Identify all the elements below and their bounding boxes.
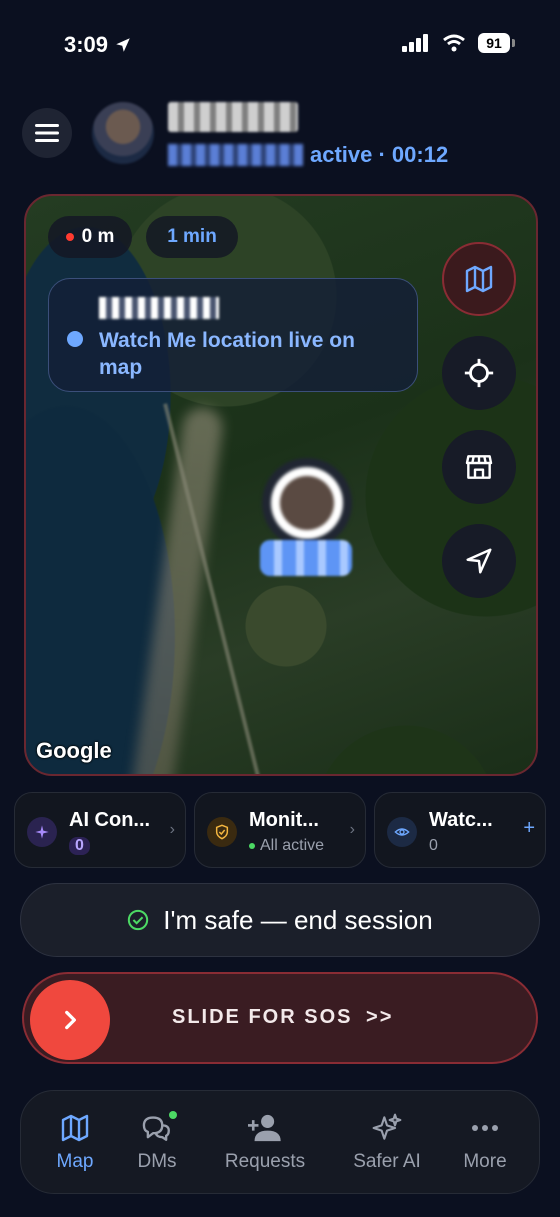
sos-label: SLIDE FOR SOS >> (172, 1006, 393, 1029)
tab-label: Requests (224, 1151, 306, 1172)
user-name-redacted (168, 102, 298, 132)
navigation-arrow-icon (466, 548, 492, 574)
watchers-tile[interactable]: Watc... 0 + (374, 792, 546, 868)
tab-safer-ai[interactable]: Safer AI (339, 1111, 435, 1173)
storefront-icon (465, 455, 493, 479)
eye-icon (387, 817, 417, 847)
tab-requests[interactable]: Requests (215, 1111, 315, 1173)
end-session-button[interactable]: I'm safe — end session (20, 883, 540, 957)
check-circle-icon (128, 909, 149, 931)
ai-contacts-tile[interactable]: AI Con... 0 › (14, 792, 186, 868)
chevron-right-icon: › (169, 821, 175, 838)
hamburger-icon (35, 124, 59, 142)
monitoring-tile[interactable]: Monit... All active › (194, 792, 366, 868)
menu-button[interactable] (22, 108, 72, 158)
tab-dms[interactable]: DMs (109, 1111, 205, 1173)
distance-value: 0 m (81, 226, 115, 247)
status-icons: 91 (402, 33, 515, 53)
tile-subtitle: 0 (69, 837, 90, 855)
chat-bubbles-icon (109, 1111, 205, 1145)
tile-subtitle: All active (249, 837, 324, 855)
sparkle-icon (27, 817, 57, 847)
distance-chip: 0 m (48, 216, 132, 258)
places-button[interactable] (442, 430, 516, 504)
battery-indicator: 91 (478, 33, 515, 53)
unread-dot-icon (169, 1111, 177, 1119)
clock: 3:09 (64, 32, 132, 58)
map-icon (465, 265, 493, 293)
user-pin-label-redacted (260, 540, 352, 576)
location-arrow-icon (116, 38, 130, 52)
map-style-button[interactable] (442, 242, 516, 316)
sos-label-text: SLIDE FOR SOS (172, 1006, 353, 1028)
status-dot-icon (249, 843, 255, 849)
tile-count-badge: 0 (69, 837, 90, 855)
more-dots-icon (437, 1111, 533, 1145)
signal-icon (402, 34, 428, 52)
avatar[interactable] (92, 102, 154, 164)
map-view[interactable]: 0 m 1 min Watch Me location live on map … (24, 194, 538, 776)
tab-label: DMs (137, 1151, 177, 1172)
shield-check-icon (207, 817, 237, 847)
tab-label: More (463, 1151, 507, 1172)
sparkles-icon (339, 1111, 435, 1145)
tab-more[interactable]: More (437, 1111, 533, 1173)
navigate-button[interactable] (442, 524, 516, 598)
add-user-icon (215, 1111, 315, 1145)
session-status: active · 00:12 (310, 142, 449, 167)
live-dot-icon (67, 331, 83, 347)
recenter-button[interactable] (442, 336, 516, 410)
status-bar: 3:09 91 (0, 0, 560, 90)
tile-title: Watc... (429, 809, 493, 831)
tile-title: AI Con... (69, 809, 151, 831)
bottom-tab-bar: Map DMs Requests Safer AI More (20, 1090, 540, 1194)
session-label-redacted (168, 144, 303, 166)
user-location-pin[interactable] (262, 458, 352, 548)
tile-subtitle: 0 (429, 837, 438, 854)
tile-status-text: All active (260, 837, 325, 854)
plus-icon[interactable]: + (523, 817, 535, 840)
recording-dot-icon (65, 233, 74, 241)
tile-title: Monit... (249, 809, 319, 831)
crosshair-icon (464, 358, 494, 388)
elapsed-chip: 1 min (146, 216, 238, 258)
info-title-redacted (99, 297, 219, 319)
sos-slider[interactable]: SLIDE FOR SOS >> (22, 972, 538, 1064)
tab-label: Safer AI (353, 1151, 421, 1172)
clock-time: 3:09 (64, 32, 109, 57)
double-chevron-icon: >> (366, 1006, 394, 1028)
chevron-right-icon (65, 1010, 76, 1030)
chevron-right-icon: › (349, 821, 355, 838)
elapsed-value: 1 min (167, 226, 217, 247)
live-location-text: Watch Me location live on map (99, 329, 355, 379)
sos-slider-handle[interactable] (30, 980, 110, 1060)
map-attribution: Google (36, 738, 112, 763)
wifi-icon (443, 34, 465, 52)
live-location-card[interactable]: Watch Me location live on map (48, 278, 418, 392)
end-session-label: I'm safe — end session (163, 904, 433, 935)
